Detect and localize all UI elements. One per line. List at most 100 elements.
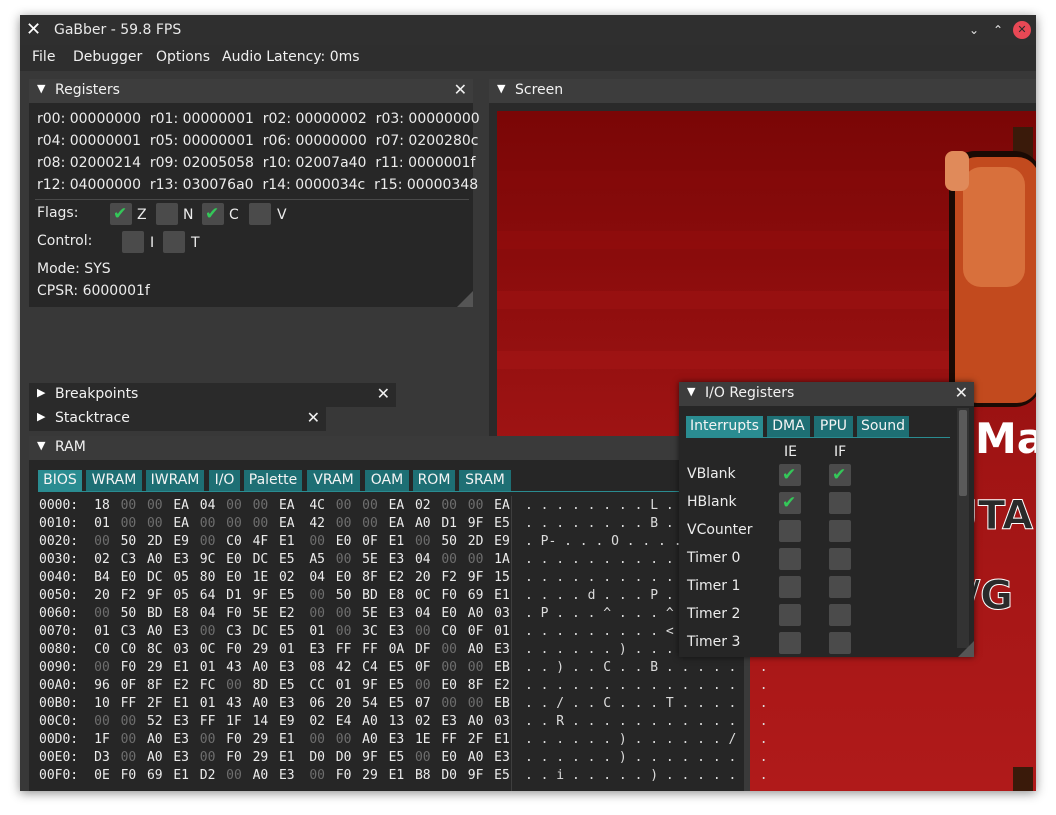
hex-byte[interactable]: 00 — [91, 660, 113, 675]
registers-panel-header[interactable]: ▼ Registers ✕ — [29, 79, 473, 103]
hex-byte[interactable]: E2 — [170, 678, 192, 693]
hex-byte[interactable]: E3 — [170, 750, 192, 765]
hex-byte[interactable]: B8 — [412, 768, 434, 783]
interrupt-ie-checkbox[interactable] — [779, 576, 801, 598]
hex-byte[interactable]: A0 — [465, 606, 487, 621]
hex-byte[interactable]: 50 — [117, 606, 139, 621]
interrupt-if-checkbox[interactable] — [829, 604, 851, 626]
hex-byte[interactable]: 9F — [144, 588, 166, 603]
hex-view[interactable]: 0000: 18 00 00 EA 04 00 00 EA 4C 00 00 EA 02 00 00 EA . .… — [39, 498, 768, 788]
collapse-icon[interactable]: ▼ — [497, 82, 505, 95]
hex-byte[interactable]: E1 — [170, 768, 192, 783]
hex-byte[interactable]: F2 — [438, 570, 460, 585]
hex-byte[interactable]: FF — [438, 732, 460, 747]
hex-byte[interactable]: 69 — [465, 588, 487, 603]
hex-byte[interactable]: 10 — [91, 696, 113, 711]
hex-byte[interactable]: 00 — [333, 498, 355, 513]
hex-byte[interactable]: E0 — [333, 534, 355, 549]
hex-byte[interactable]: 0F — [359, 534, 381, 549]
hex-byte[interactable]: 54 — [359, 696, 381, 711]
hex-byte[interactable]: A0 — [249, 696, 271, 711]
hex-byte[interactable]: E3 — [306, 642, 328, 657]
hex-byte[interactable]: 1A — [491, 552, 513, 567]
screen-panel-header[interactable]: ▼ Screen — [489, 79, 1036, 103]
hex-byte[interactable]: FF — [333, 642, 355, 657]
hex-byte[interactable]: 42 — [306, 516, 328, 531]
hex-byte[interactable]: EA — [276, 498, 298, 513]
hex-byte[interactable]: C0 — [438, 624, 460, 639]
flag-n-checkbox[interactable] — [156, 203, 178, 225]
hex-byte[interactable]: EA — [385, 516, 407, 531]
hex-byte[interactable]: E5 — [385, 750, 407, 765]
maximize-button[interactable]: ⌃ — [989, 21, 1007, 39]
tab-ppu[interactable]: PPU — [814, 416, 853, 437]
hex-byte[interactable]: 00 — [333, 552, 355, 567]
collapse-icon[interactable]: ▼ — [37, 439, 45, 452]
control-t-checkbox[interactable] — [163, 231, 185, 253]
hex-byte[interactable]: 00 — [117, 750, 139, 765]
hex-byte[interactable]: A0 — [249, 660, 271, 675]
hex-byte[interactable]: E9 — [276, 714, 298, 729]
hex-byte[interactable]: 00 — [91, 606, 113, 621]
menu-options[interactable]: Options — [156, 49, 210, 65]
hex-byte[interactable]: 20 — [333, 696, 355, 711]
hex-byte[interactable]: 00 — [359, 498, 381, 513]
hex-byte[interactable]: A0 — [144, 624, 166, 639]
tab-palette[interactable]: Palette — [244, 470, 302, 491]
hex-byte[interactable]: 01 — [306, 624, 328, 639]
hex-byte[interactable]: 3C — [359, 624, 381, 639]
hex-byte[interactable]: 00 — [223, 678, 245, 693]
hex-byte[interactable]: 0C — [412, 588, 434, 603]
hex-byte[interactable]: 00 — [412, 750, 434, 765]
interrupt-ie-checkbox[interactable]: ✔ — [779, 464, 801, 486]
close-icon[interactable]: ✕ — [307, 408, 320, 427]
hex-byte[interactable]: 9F — [249, 588, 271, 603]
hex-byte[interactable]: C3 — [223, 624, 245, 639]
hex-byte[interactable]: 5E — [359, 606, 381, 621]
hex-byte[interactable]: D3 — [91, 750, 113, 765]
hex-byte[interactable]: E5 — [491, 516, 513, 531]
flag-c-checkbox[interactable]: ✔ — [202, 203, 224, 225]
hex-byte[interactable]: A0 — [144, 750, 166, 765]
hex-byte[interactable]: E2 — [276, 606, 298, 621]
hex-byte[interactable]: 13 — [385, 714, 407, 729]
hex-byte[interactable]: EA — [276, 516, 298, 531]
hex-byte[interactable]: CC — [306, 678, 328, 693]
io-scrollbar-thumb[interactable] — [959, 410, 967, 496]
hex-byte[interactable]: D0 — [438, 768, 460, 783]
hex-byte[interactable]: E0 — [117, 570, 139, 585]
hex-byte[interactable]: A0 — [465, 642, 487, 657]
hex-byte[interactable]: 03 — [170, 642, 192, 657]
interrupt-if-checkbox[interactable]: ✔ — [829, 464, 851, 486]
hex-byte[interactable]: A0 — [249, 768, 271, 783]
hex-byte[interactable]: E3 — [170, 714, 192, 729]
hex-byte[interactable]: 2D — [465, 534, 487, 549]
hex-byte[interactable]: E1 — [491, 732, 513, 747]
hex-byte[interactable]: E1 — [276, 750, 298, 765]
hex-byte[interactable]: DC — [249, 552, 271, 567]
hex-byte[interactable]: 00 — [249, 498, 271, 513]
hex-byte[interactable]: 00 — [197, 516, 219, 531]
hex-byte[interactable]: 0A — [385, 642, 407, 657]
hex-byte[interactable]: 9C — [197, 552, 219, 567]
io-scrollbar[interactable] — [957, 408, 969, 648]
hex-byte[interactable]: 43 — [223, 660, 245, 675]
hex-byte[interactable]: 00 — [333, 624, 355, 639]
hex-byte[interactable]: A0 — [144, 732, 166, 747]
hex-byte[interactable]: 00 — [438, 660, 460, 675]
hex-byte[interactable]: E3 — [438, 714, 460, 729]
hex-byte[interactable]: 00 — [438, 642, 460, 657]
hex-byte[interactable]: 9F — [359, 750, 381, 765]
hex-byte[interactable]: E1 — [276, 732, 298, 747]
hex-byte[interactable]: EB — [491, 660, 513, 675]
hex-byte[interactable]: 01 — [197, 660, 219, 675]
hex-byte[interactable]: 00 — [223, 516, 245, 531]
hex-byte[interactable]: 5E — [359, 552, 381, 567]
hex-byte[interactable]: 00 — [412, 678, 434, 693]
interrupt-ie-checkbox[interactable] — [779, 632, 801, 654]
hex-byte[interactable]: 0F — [117, 678, 139, 693]
hex-byte[interactable]: 00 — [117, 732, 139, 747]
hex-byte[interactable]: E3 — [170, 624, 192, 639]
hex-byte[interactable]: 07 — [412, 696, 434, 711]
expand-icon[interactable]: ▶ — [37, 386, 45, 399]
